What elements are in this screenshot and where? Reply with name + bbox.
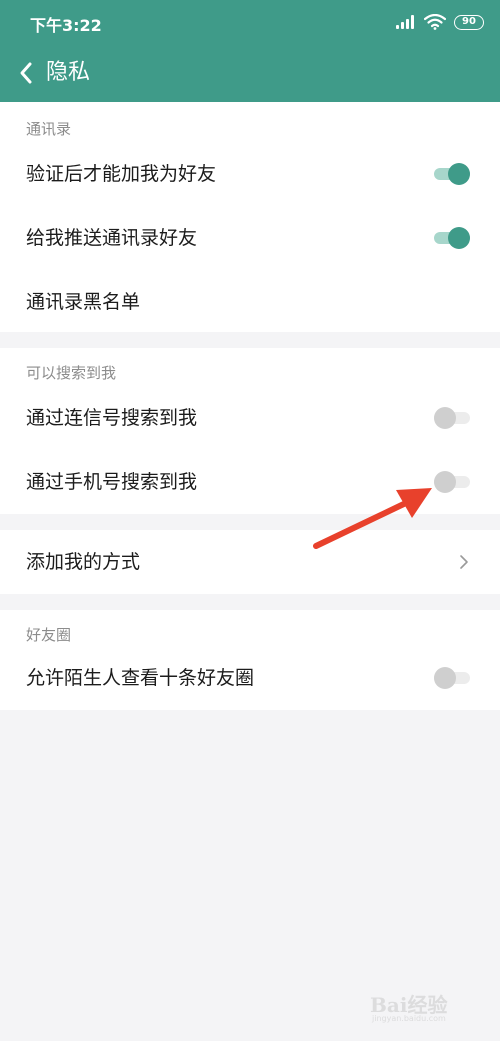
toggle-push-contacts[interactable] (434, 227, 470, 249)
section-header-search: 可以搜索到我 (26, 364, 117, 382)
toggle-search-by-id[interactable] (434, 407, 470, 429)
row-label: 允许陌生人查看十条好友圈 (26, 667, 255, 689)
toggle-knob (434, 407, 456, 429)
top-bar: 下午3:22 90 隐私 (0, 0, 500, 102)
toggle-verify-before-add[interactable] (434, 163, 470, 185)
toggle-stranger-view-moments[interactable] (434, 667, 470, 689)
row-label: 给我推送通讯录好友 (26, 227, 198, 249)
toggle-knob (434, 667, 456, 689)
battery-icon: 90 (454, 14, 484, 30)
back-chevron-icon[interactable] (16, 60, 38, 86)
row-search-by-id[interactable]: 通过连信号搜索到我 (0, 386, 500, 450)
chevron-right-icon (460, 555, 468, 569)
page-title: 隐私 (46, 60, 91, 85)
row-push-contacts[interactable]: 给我推送通讯录好友 (0, 206, 500, 270)
annotation-arrow-icon (313, 488, 432, 549)
status-icons: 90 (396, 12, 484, 32)
toggle-knob (448, 227, 470, 249)
row-contacts-blacklist[interactable]: 通讯录黑名单 (0, 270, 500, 334)
watermark-logo: Bai经验 jingyan.baidu.com (370, 987, 480, 1027)
status-time: 下午3:22 (30, 16, 102, 35)
row-label: 通讯录黑名单 (26, 291, 141, 313)
watermark-subtext: jingyan.baidu.com (372, 1014, 446, 1023)
row-label: 验证后才能加我为好友 (26, 163, 217, 185)
row-label: 通过连信号搜索到我 (26, 407, 198, 429)
row-label: 通过手机号搜索到我 (26, 471, 198, 493)
signal-icon (396, 15, 416, 29)
section-header-moments: 好友圈 (26, 626, 72, 644)
section-moments: 好友圈 允许陌生人查看十条好友圈 (0, 610, 500, 710)
wifi-icon (424, 14, 446, 30)
section-header-contacts: 通讯录 (26, 120, 72, 138)
row-verify-before-add[interactable]: 验证后才能加我为好友 (0, 142, 500, 206)
status-bar: 下午3:22 90 (0, 0, 500, 44)
toggle-knob (448, 163, 470, 185)
section-contacts: 通讯录 验证后才能加我为好友 给我推送通讯录好友 通讯录黑名单 (0, 102, 500, 332)
nav-bar: 隐私 (0, 46, 500, 100)
row-label: 添加我的方式 (26, 551, 141, 573)
row-stranger-view-moments[interactable]: 允许陌生人查看十条好友圈 (0, 646, 500, 710)
